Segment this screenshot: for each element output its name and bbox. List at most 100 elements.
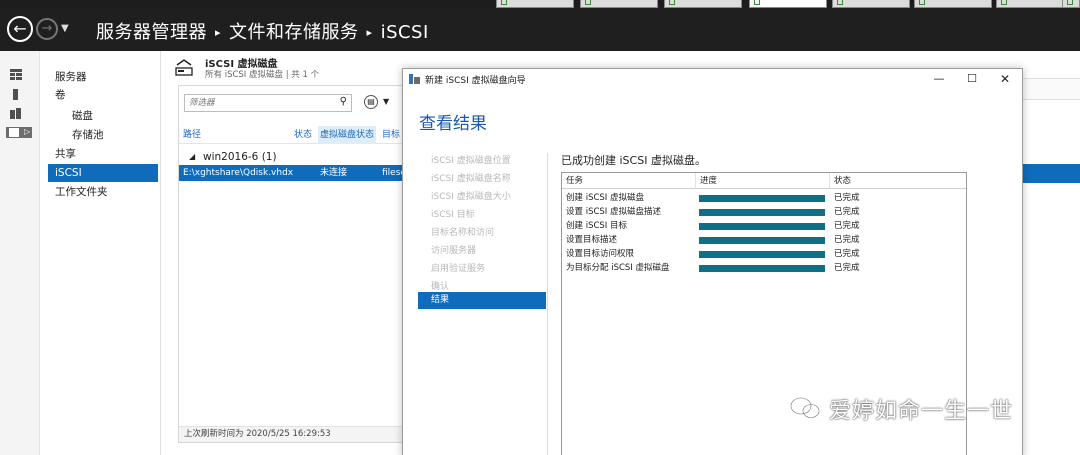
wizard-app-icon (409, 74, 420, 84)
breadcrumb: 服务器管理器 ▸ 文件和存储服务 ▸ iSCSI (96, 18, 429, 44)
virtual-disk-list-panel: ⚲ ▤ ▼ 路径 状态 虚拟磁盘状态 目标 ◢ win2016-6 (1) E:… (178, 85, 403, 443)
sidebar-item-shares[interactable]: 共享 (48, 145, 158, 163)
result-status: 已完成 (834, 235, 860, 245)
result-status: 已完成 (834, 263, 860, 273)
back-button[interactable]: ← (7, 16, 33, 42)
column-header-progress[interactable]: 进度 (696, 173, 830, 189)
progress-bar (699, 251, 825, 258)
wizard-title-bar: 新建 iSCSI 虚拟磁盘向导 — ☐ ✕ (403, 69, 1022, 89)
column-header-task[interactable]: 任务 (562, 173, 696, 189)
table-row[interactable]: E:\xghtshare\Qdisk.vhdx 未连接 fileserver (179, 165, 402, 181)
wizard-heading: 查看结果 (419, 114, 487, 134)
sidebar-item-disks[interactable]: 磁盘 (48, 107, 158, 125)
result-task: 设置目标访问权限 (566, 249, 635, 259)
all-servers-icon[interactable] (10, 108, 22, 119)
forward-button[interactable]: → (36, 18, 58, 40)
watermark-text: 爱婷如命一生一世 (829, 399, 1014, 424)
sidebar-item-iscsi[interactable]: iSCSI (48, 164, 158, 182)
virtual-disk-icon (175, 59, 193, 76)
minimize-button[interactable]: — (923, 70, 955, 88)
sidebar: 服务器 卷 磁盘 存储池 共享 iSCSI 工作文件夹 (40, 51, 161, 455)
column-header-status[interactable]: 状态 (294, 126, 312, 144)
breadcrumb-separator: ▸ (366, 26, 373, 39)
table-header: 路径 状态 虚拟磁盘状态 目标 (179, 126, 402, 144)
wizard-step[interactable]: iSCSI 虚拟磁盘位置 (418, 153, 546, 170)
options-button[interactable]: ▤ (364, 95, 378, 109)
chevron-down-icon[interactable]: ▼ (383, 97, 389, 106)
search-icon[interactable]: ⚲ (340, 96, 347, 107)
success-message: 已成功创建 iSCSI 虚拟磁盘。 (561, 154, 706, 167)
breadcrumb-item-file-storage[interactable]: 文件和存储服务 (229, 22, 359, 43)
breadcrumb-item-server-manager[interactable]: 服务器管理器 (96, 22, 207, 43)
close-button[interactable]: ✕ (989, 70, 1021, 88)
sidebar-item-volumes[interactable]: 卷 (48, 86, 158, 104)
vm-tab-strip (0, 0, 1080, 8)
wizard-step[interactable]: iSCSI 目标 (418, 207, 546, 224)
result-status: 已完成 (834, 249, 860, 259)
left-icon-strip: ▷ (0, 51, 40, 455)
results-table-header: 任务 进度 状态 (562, 173, 966, 189)
tile-subtitle: 所有 iSCSI 虚拟磁盘 | 共 1 个 (205, 70, 320, 80)
result-row: 设置目标描述 已完成 (562, 233, 966, 247)
vm-tab[interactable] (496, 0, 574, 8)
result-row: 创建 iSCSI 虚拟磁盘 已完成 (562, 191, 966, 205)
cell-status: 未连接 (320, 168, 348, 178)
vm-tab[interactable] (914, 0, 992, 8)
tile-header: iSCSI 虚拟磁盘 所有 iSCSI 虚拟磁盘 | 共 1 个 (175, 55, 415, 85)
vm-tab[interactable] (749, 0, 827, 8)
vm-tab[interactable] (832, 0, 910, 8)
title-bar: ← → ▼ 服务器管理器 ▸ 文件和存储服务 ▸ iSCSI (0, 8, 1080, 51)
sidebar-item-work-folders[interactable]: 工作文件夹 (48, 183, 158, 201)
vm-tab[interactable] (580, 0, 658, 8)
group-label: win2016-6 (1) (203, 151, 277, 163)
progress-bar (699, 237, 825, 244)
group-row[interactable]: ◢ win2016-6 (1) (179, 149, 402, 165)
sidebar-item-storage-pools[interactable]: 存储池 (48, 126, 158, 144)
sidebar-item-servers[interactable]: 服务器 (48, 68, 158, 86)
column-header-path[interactable]: 路径 (183, 126, 201, 144)
background-pane-toolbar (1020, 78, 1080, 100)
file-storage-icon[interactable]: ▷ (6, 127, 32, 138)
result-status: 已完成 (834, 221, 860, 231)
wizard-step[interactable]: iSCSI 虚拟磁盘名称 (418, 171, 546, 188)
background-row-highlight (1020, 164, 1080, 183)
wizard-step[interactable]: 目标名称和访问 (418, 225, 546, 242)
server-manager-window: ← → ▼ 服务器管理器 ▸ 文件和存储服务 ▸ iSCSI ▷ 服务器 卷 磁盘 (0, 0, 1080, 455)
vm-tab[interactable] (1062, 0, 1080, 8)
watermark: 爱婷如命一生一世 (789, 393, 1049, 425)
wizard-step[interactable]: 访问服务器 (418, 243, 546, 260)
result-task: 为目标分配 iSCSI 虚拟磁盘 (566, 263, 670, 273)
result-task: 设置 iSCSI 虚拟磁盘描述 (566, 207, 661, 217)
breadcrumb-item-iscsi: iSCSI (380, 22, 429, 43)
wizard-step[interactable]: 启用验证服务 (418, 261, 546, 278)
wizard-step-list: iSCSI 虚拟磁盘位置 iSCSI 虚拟磁盘名称 iSCSI 虚拟磁盘大小 iSCS… (418, 153, 546, 323)
column-header-target[interactable]: 目标 (382, 126, 400, 144)
vm-tab[interactable] (664, 0, 742, 8)
history-dropdown-icon[interactable]: ▼ (61, 23, 69, 34)
wizard-step[interactable]: 结果 (418, 292, 546, 309)
result-row: 为目标分配 iSCSI 虚拟磁盘 已完成 (562, 261, 966, 275)
result-row: 设置 iSCSI 虚拟磁盘描述 已完成 (562, 205, 966, 219)
maximize-button[interactable]: ☐ (956, 70, 988, 88)
result-status: 已完成 (834, 193, 860, 203)
filter-box[interactable]: ⚲ (184, 94, 352, 112)
result-status: 已完成 (834, 207, 860, 217)
divider (547, 153, 548, 455)
wizard-step[interactable]: iSCSI 虚拟磁盘大小 (418, 189, 546, 206)
progress-bar (699, 195, 825, 202)
column-header-status[interactable]: 状态 (830, 173, 966, 189)
filter-input[interactable] (189, 96, 329, 110)
breadcrumb-separator: ▸ (215, 26, 222, 39)
progress-bar (699, 265, 825, 272)
local-server-icon[interactable] (10, 89, 22, 100)
progress-bar (699, 223, 825, 230)
column-header-vdisk-status[interactable]: 虚拟磁盘状态 (318, 126, 377, 144)
collapse-triangle-icon[interactable]: ◢ (189, 149, 195, 165)
wizard-title: 新建 iSCSI 虚拟磁盘向导 (425, 76, 526, 86)
cell-path: E:\xghtshare\Qdisk.vhdx (183, 168, 294, 178)
cell-target: fileserver (382, 168, 402, 178)
dashboard-icon[interactable] (10, 69, 22, 80)
result-task: 创建 iSCSI 虚拟磁盘 (566, 193, 644, 203)
result-row: 创建 iSCSI 目标 已完成 (562, 219, 966, 233)
last-refresh-status: 上次刷新时间为 2020/5/25 16:29:53 (179, 426, 402, 442)
